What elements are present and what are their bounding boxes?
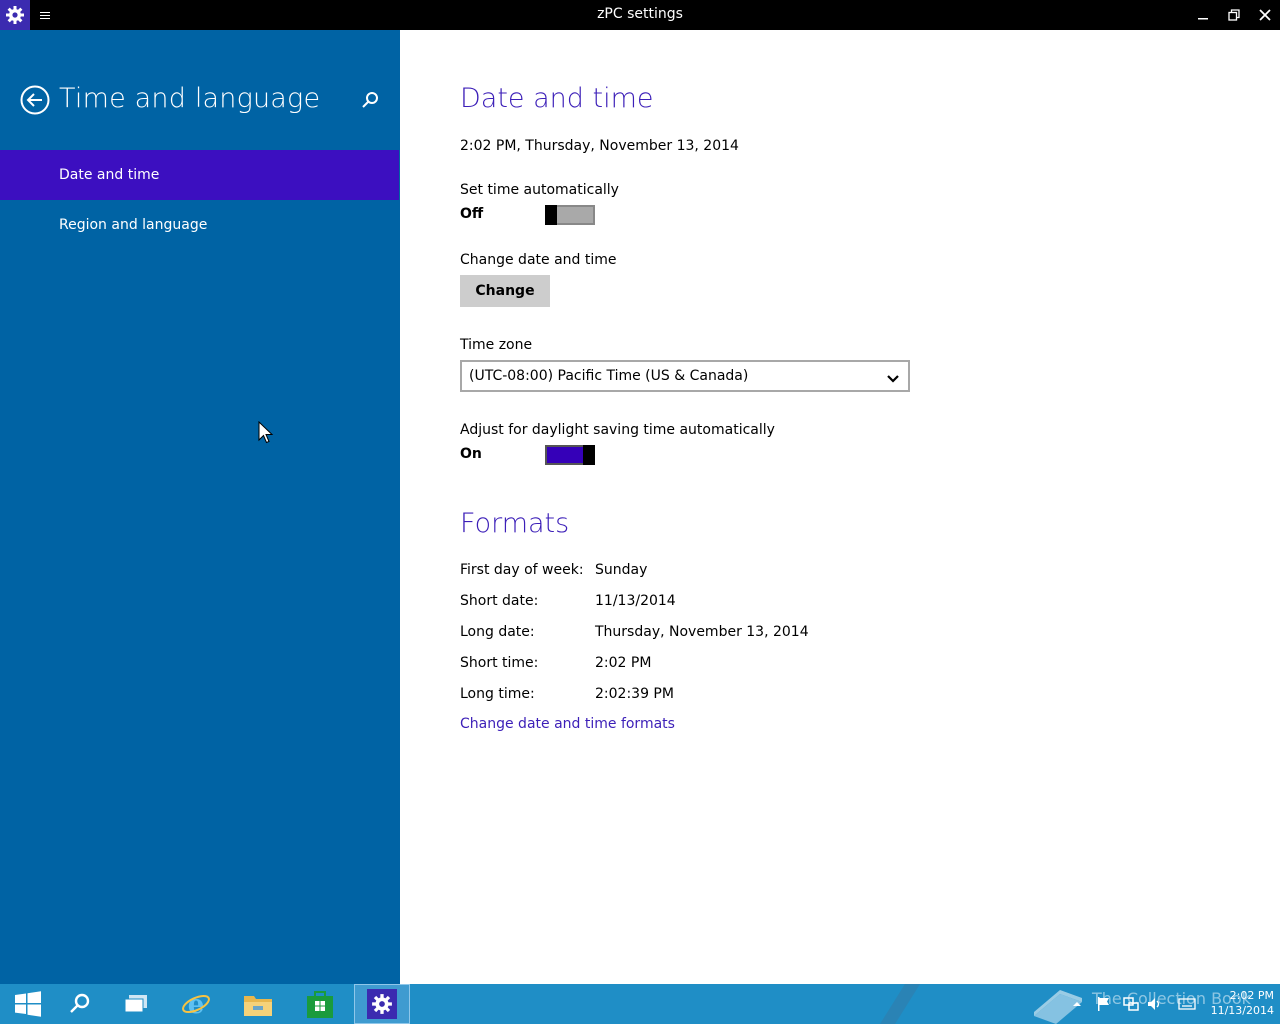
svg-text:e: e [188, 990, 205, 1019]
store-bag-icon [307, 991, 333, 1018]
change-button[interactable]: Change [460, 275, 550, 307]
format-value: Thursday, November 13, 2014 [595, 624, 809, 640]
format-label: Short date: [460, 593, 539, 609]
sidebar-item-label: Region and language [59, 217, 208, 233]
volume-icon[interactable] [1146, 984, 1164, 1024]
tray-overflow-chevron[interactable] [1070, 984, 1084, 1024]
start-button[interactable] [0, 984, 56, 1024]
date-and-time-heading: Date and time [460, 83, 654, 114]
daylight-saving-label: Adjust for daylight saving time automati… [460, 422, 775, 438]
set-time-automatically-state: Off [460, 206, 484, 222]
minimize-button[interactable] [1187, 0, 1218, 30]
clock-time: 2:02 PM [1229, 989, 1274, 1002]
search-taskbar-button[interactable] [52, 984, 108, 1024]
watermark: The Collection Book [1030, 984, 1251, 1024]
title-bar: zPC settings [0, 0, 1280, 30]
chevron-down-icon [886, 370, 900, 383]
network-icon[interactable] [1122, 984, 1140, 1024]
daylight-saving-state: On [460, 446, 482, 462]
sidebar-title: Time and language [59, 83, 321, 114]
chevron-up-icon [1073, 1002, 1081, 1006]
sidebar: Time and language Date and time Region a… [0, 30, 400, 984]
search-icon [70, 993, 90, 1013]
close-button[interactable] [1249, 0, 1280, 30]
action-center-flag-icon[interactable] [1096, 984, 1112, 1024]
change-formats-link[interactable]: Change date and time formats [460, 716, 675, 732]
sidebar-item-label: Date and time [59, 167, 160, 183]
sidebar-item-date-and-time[interactable]: Date and time [0, 150, 399, 200]
file-explorer-button[interactable] [230, 984, 286, 1024]
keyboard-icon[interactable] [1178, 984, 1196, 1024]
settings-taskbar-button[interactable] [354, 984, 410, 1024]
task-view-icon [124, 995, 147, 1013]
format-value: 2:02 PM [595, 655, 652, 671]
format-value: Sunday [595, 562, 648, 578]
set-time-automatically-toggle[interactable] [545, 205, 595, 225]
format-label: Short time: [460, 655, 539, 671]
set-time-automatically-label: Set time automatically [460, 182, 619, 198]
internet-explorer-icon: e [182, 990, 210, 1019]
main-panel: Date and time 2:02 PM, Thursday, Novembe… [400, 30, 1280, 984]
format-label: Long time: [460, 686, 535, 702]
restore-button[interactable] [1218, 0, 1249, 30]
taskbar: e The Collection Book 2:02 PM 11/13/2014 [0, 984, 1280, 1024]
task-view-button[interactable] [108, 984, 164, 1024]
window-title: zPC settings [597, 6, 683, 22]
format-label: Long date: [460, 624, 535, 640]
current-datetime: 2:02 PM, Thursday, November 13, 2014 [460, 138, 739, 154]
windows-logo-icon [15, 991, 41, 1017]
folder-icon [244, 996, 272, 1016]
taskbar-decoration [880, 984, 920, 1024]
change-date-and-time-label: Change date and time [460, 252, 617, 268]
internet-explorer-button[interactable]: e [168, 984, 224, 1024]
time-zone-value: (UTC-08:00) Pacific Time (US & Canada) [469, 368, 749, 384]
sidebar-item-region-and-language[interactable]: Region and language [0, 200, 399, 250]
mouse-pointer-icon [258, 420, 274, 445]
back-arrow-icon[interactable] [20, 85, 50, 115]
taskbar-clock[interactable]: 2:02 PM 11/13/2014 [1200, 988, 1274, 1018]
format-label: First day of week: [460, 562, 584, 578]
time-zone-label: Time zone [460, 337, 533, 353]
time-zone-select[interactable]: (UTC-08:00) Pacific Time (US & Canada) [460, 360, 910, 392]
daylight-saving-toggle[interactable] [545, 445, 595, 465]
format-value: 11/13/2014 [595, 593, 676, 609]
clock-date: 11/13/2014 [1210, 1004, 1274, 1017]
search-icon[interactable] [360, 90, 380, 110]
format-value: 2:02:39 PM [595, 686, 674, 702]
settings-gear-icon [367, 989, 397, 1019]
formats-heading: Formats [460, 508, 570, 539]
store-button[interactable] [292, 984, 348, 1024]
